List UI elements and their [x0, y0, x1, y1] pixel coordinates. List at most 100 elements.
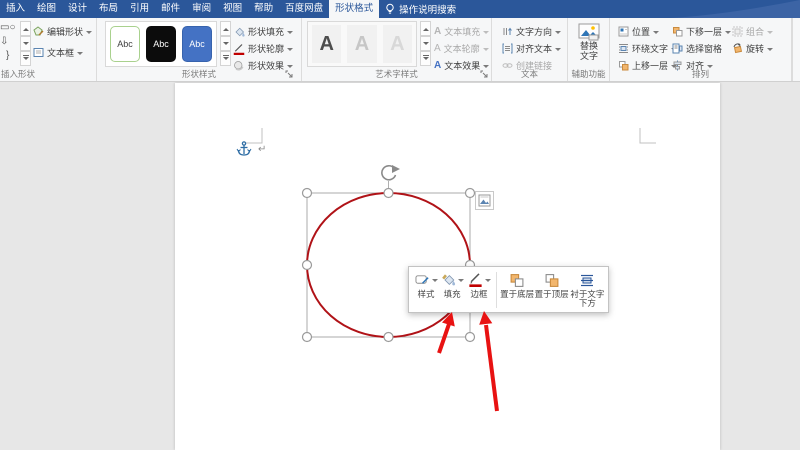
group-accessibility: 替换 文字 辅助功能 — [568, 18, 610, 81]
document-area: ↵ — [0, 83, 800, 450]
group-label-insert-shapes: 插入形状 — [0, 68, 96, 80]
wrap-text-button[interactable]: 环绕文字 — [618, 41, 677, 56]
tab-layout[interactable]: 布局 — [93, 0, 124, 18]
wordart-style-option-2[interactable]: A — [347, 25, 376, 63]
selection-pane-button[interactable]: 选择窗格 — [672, 41, 731, 56]
fill-icon — [441, 273, 456, 287]
position-button[interactable]: 位置 — [618, 24, 677, 39]
shape-outline-button[interactable]: 形状轮廓 — [233, 41, 293, 56]
wordart-style-option-3[interactable]: A — [383, 25, 412, 63]
behind-text-icon — [579, 273, 595, 288]
wordart-scroll-up-button[interactable] — [420, 21, 431, 36]
tell-me-search[interactable]: 操作说明搜索 — [379, 0, 462, 18]
arrow-shape-icon[interactable]: ⇩ — [0, 36, 8, 47]
text-box-button[interactable]: 文本框 — [33, 45, 92, 60]
oval-shape-icon[interactable]: ○ — [9, 22, 15, 33]
tab-references[interactable]: 引用 — [124, 0, 155, 18]
align-text-icon — [502, 43, 513, 54]
selection-pane-icon — [672, 43, 683, 54]
group-label-accessibility: 辅助功能 — [568, 68, 609, 80]
group-objects-icon — [732, 26, 743, 37]
ribbon-tab-bar: 插入 绘图 设计 布局 引用 邮件 审阅 视图 帮助 百度网盘 形状格式 操作说… — [0, 0, 800, 18]
alt-text-icon — [578, 23, 600, 41]
wordart-scroll-down-button[interactable] — [420, 36, 431, 51]
minibar-bring-to-front-button[interactable]: 置于顶层 — [534, 270, 568, 310]
shape-style-more-button[interactable] — [220, 51, 231, 66]
shape-style-option-2[interactable]: Abc — [146, 26, 176, 62]
tab-baidu-netdisk[interactable]: 百度网盘 — [279, 0, 329, 18]
group-label-wordart-styles: 艺术字样式 — [302, 68, 491, 80]
position-icon — [618, 26, 629, 37]
shape-fill-button[interactable]: 形状填充 — [233, 24, 293, 39]
group-shape-styles: Abc Abc Abc 形状填充 — [97, 18, 302, 81]
gallery-scroll-up-button[interactable] — [20, 21, 31, 36]
group-wordart-styles: A A A A 文本填充 A 文本轮廓 A 文本 — [302, 18, 492, 81]
style-dropdown-caret — [432, 279, 438, 285]
tab-shape-format[interactable]: 形状格式 — [329, 0, 379, 18]
shape-style-gallery: Abc Abc Abc — [105, 21, 217, 67]
send-backward-icon — [672, 26, 683, 37]
wordart-style-option-1[interactable]: A — [312, 25, 341, 63]
minibar-behind-text-button[interactable]: 衬于文字 下方 — [569, 270, 606, 310]
border-dropdown-caret — [485, 279, 491, 285]
layout-options-icon — [478, 194, 491, 207]
text-direction-icon — [502, 26, 513, 37]
group-label-arrange: 排列 — [610, 68, 791, 80]
titlebar-swoosh-decoration — [670, 0, 800, 18]
group-text: 文字方向 对齐文本 创建链接 文本 — [492, 18, 568, 81]
tab-view[interactable]: 视图 — [217, 0, 248, 18]
lightbulb-icon — [385, 3, 395, 15]
group-label-shape-styles: 形状样式 — [97, 68, 301, 80]
wordart-more-button[interactable] — [420, 51, 431, 66]
group-label-text: 文本 — [492, 68, 567, 80]
tab-review[interactable]: 审阅 — [186, 0, 217, 18]
text-direction-button[interactable]: 文字方向 — [502, 24, 561, 39]
align-text-button[interactable]: 对齐文本 — [502, 41, 561, 56]
tab-mailings[interactable]: 邮件 — [155, 0, 186, 18]
shape-fill-icon — [233, 26, 245, 38]
shape-gallery-thumbnails[interactable]: ▭○ ⇩ } — [0, 21, 20, 63]
shape-style-scroll-up-button[interactable] — [220, 21, 231, 36]
text-fill-button[interactable]: A 文本填充 — [434, 24, 489, 39]
rotate-button[interactable]: 旋转 — [732, 41, 773, 56]
wordart-style-gallery: A A A — [307, 21, 417, 67]
search-label: 操作说明搜索 — [399, 2, 456, 16]
shape-style-option-3[interactable]: Abc — [182, 26, 212, 62]
minibar-border-button[interactable]: 边框 — [465, 270, 493, 310]
tab-design[interactable]: 设计 — [62, 0, 93, 18]
border-icon — [468, 273, 483, 287]
minibar-style-button[interactable]: 样式 — [413, 270, 439, 310]
group-objects-button[interactable]: 组合 — [732, 24, 773, 39]
ribbon-shape-format: ▭○ ⇩ } 编辑形状 — [0, 18, 800, 82]
tab-insert[interactable]: 插入 — [0, 0, 31, 18]
alt-text-button[interactable]: 替换 文字 — [572, 23, 606, 62]
tab-help[interactable]: 帮助 — [248, 0, 279, 18]
shape-outline-icon — [233, 43, 245, 55]
text-outline-icon: A — [434, 43, 441, 54]
word-window: 插入 绘图 设计 布局 引用 邮件 审阅 视图 帮助 百度网盘 形状格式 操作说… — [0, 0, 800, 450]
gallery-more-button[interactable] — [20, 51, 31, 66]
brace-shape-icon[interactable]: } — [6, 50, 9, 61]
text-fill-icon: A — [434, 26, 441, 37]
group-arrange: 位置 环绕文字 上移一层 — [610, 18, 792, 81]
tab-draw[interactable]: 绘图 — [31, 0, 62, 18]
group-insert-shapes: ▭○ ⇩ } 编辑形状 — [0, 18, 97, 81]
shape-style-option-1[interactable]: Abc — [110, 26, 140, 62]
edit-shape-icon — [33, 26, 44, 37]
minibar-send-to-back-button[interactable]: 置于底层 — [500, 270, 534, 310]
style-icon — [415, 273, 430, 287]
text-outline-button[interactable]: A 文本轮廓 — [434, 41, 489, 56]
send-to-back-icon — [509, 273, 525, 288]
shape-mini-toolbar: 样式 填充 — [408, 266, 609, 313]
text-box-icon — [33, 47, 44, 58]
fill-dropdown-caret — [458, 279, 464, 285]
rotate-icon — [732, 43, 743, 54]
bring-to-front-icon — [544, 273, 560, 288]
shape-style-scroll-down-button[interactable] — [220, 36, 231, 51]
send-backward-button[interactable]: 下移一层 — [672, 24, 731, 39]
minibar-fill-button[interactable]: 填充 — [439, 270, 465, 310]
gallery-scroll-down-button[interactable] — [20, 36, 31, 51]
edit-shape-button[interactable]: 编辑形状 — [33, 24, 92, 39]
wrap-text-icon — [618, 43, 629, 54]
layout-options-button[interactable] — [475, 191, 494, 210]
